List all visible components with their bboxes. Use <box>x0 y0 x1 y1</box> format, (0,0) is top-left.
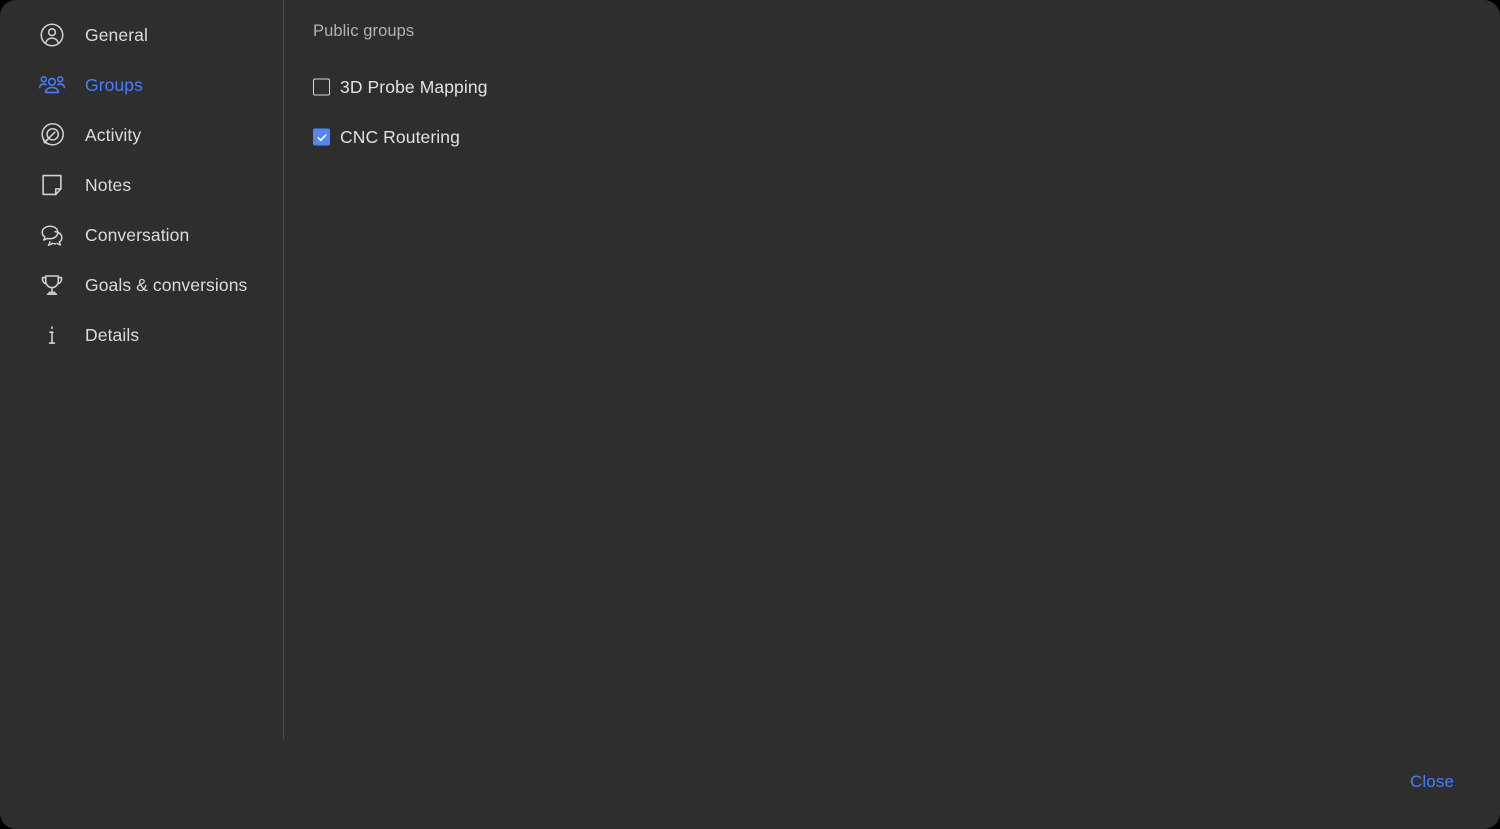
group-list-item[interactable]: CNC Routering <box>283 112 1500 162</box>
sidebar-item-details[interactable]: Details <box>0 310 283 360</box>
dialog-footer: Close <box>283 740 1500 829</box>
info-i-icon <box>36 319 68 351</box>
sidebar-item-conversation[interactable]: Conversation <box>0 210 283 260</box>
person-circle-icon <box>36 19 68 51</box>
group-label: 3D Probe Mapping <box>340 76 488 97</box>
group-checkbox[interactable] <box>313 78 330 96</box>
sidebar-item-groups[interactable]: Groups <box>0 60 283 110</box>
sidebar-item-label: Conversation <box>85 224 190 245</box>
settings-dialog: General Groups Activity Notes Conversati… <box>0 0 1500 829</box>
page-title: Public groups <box>313 22 415 40</box>
sidebar-item-label: General <box>85 24 148 45</box>
chat-bubbles-icon <box>36 219 68 251</box>
group-checkbox[interactable] <box>313 128 330 146</box>
sidebar-item-label: Groups <box>85 74 143 95</box>
sidebar-item-activity[interactable]: Activity <box>0 110 283 160</box>
sidebar-nav-list: General Groups Activity Notes Conversati… <box>0 10 283 360</box>
group-list-item[interactable]: 3D Probe Mapping <box>283 62 1500 112</box>
trophy-icon <box>36 269 68 301</box>
group-label: CNC Routering <box>340 126 460 147</box>
sidebar-item-general[interactable]: General <box>0 10 283 60</box>
close-button[interactable]: Close <box>1410 772 1454 792</box>
sidebar-item-goals-conversions[interactable]: Goals & conversions <box>0 260 283 310</box>
sidebar-item-notes[interactable]: Notes <box>0 160 283 210</box>
sidebar-item-label: Notes <box>85 174 132 195</box>
sidebar: General Groups Activity Notes Conversati… <box>0 0 283 829</box>
target-arrow-icon <box>36 119 68 151</box>
sidebar-item-label: Goals & conversions <box>85 274 248 295</box>
people-group-icon <box>36 69 68 101</box>
public-groups-list: 3D Probe Mapping CNC Routering <box>283 62 1500 162</box>
main-content: Public groups 3D Probe Mapping CNC Router… <box>283 0 1500 829</box>
sidebar-item-label: Activity <box>85 124 142 145</box>
note-page-icon <box>36 169 68 201</box>
sidebar-item-label: Details <box>85 324 140 345</box>
